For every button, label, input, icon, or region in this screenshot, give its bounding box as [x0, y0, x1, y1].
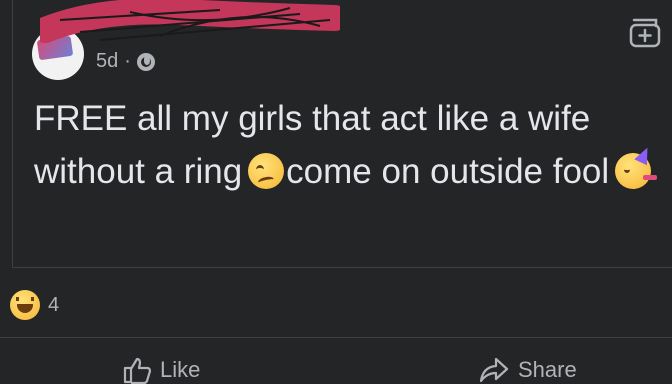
share-arrow-icon — [479, 357, 509, 383]
reaction-count: 4 — [48, 293, 60, 316]
post-text-part-2: come on outside fool — [286, 152, 610, 191]
like-label: Like — [160, 357, 201, 382]
like-button[interactable]: Like — [122, 356, 200, 384]
globe-icon — [136, 52, 155, 71]
reactions-summary[interactable]: 4 — [10, 290, 59, 320]
party-horn — [643, 175, 658, 180]
post-time[interactable]: 5d — [96, 50, 118, 73]
partying-face-emoji — [615, 144, 658, 189]
share-button[interactable]: Share — [478, 356, 577, 384]
party-hat — [634, 144, 654, 166]
post-meta: 5d · — [96, 50, 155, 73]
meta-separator: · — [124, 50, 131, 72]
post-text: FREE all my girls that act like a wife w… — [34, 92, 658, 198]
haha-reaction-icon — [10, 290, 40, 320]
save-post-button[interactable] — [628, 16, 662, 48]
redaction-scribble — [40, 0, 340, 43]
thumbs-up-icon — [123, 357, 152, 384]
woozy-face-emoji — [248, 153, 285, 189]
share-label: Share — [518, 357, 577, 382]
divider — [0, 337, 672, 338]
